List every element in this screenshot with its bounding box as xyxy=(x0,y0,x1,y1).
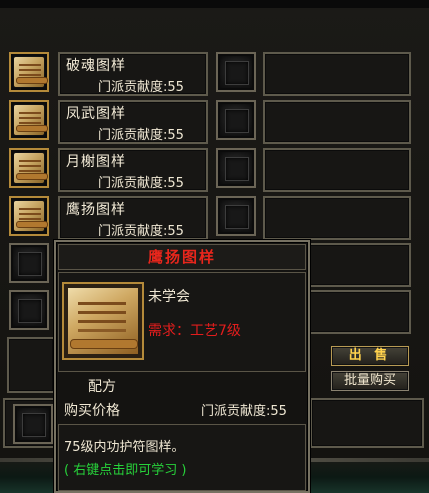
empty-item-slot[interactable] xyxy=(216,148,256,188)
panel-top-edge xyxy=(0,0,429,8)
empty-item-slot[interactable] xyxy=(9,290,49,330)
tooltip-learn-status: 未学会 xyxy=(148,289,190,305)
tooltip-hint: ( 右键点击即可学习 ) xyxy=(64,463,187,478)
scroll-icon xyxy=(14,201,48,231)
empty-item-box[interactable] xyxy=(263,196,411,240)
sell-button[interactable]: 出 售 xyxy=(331,346,409,366)
empty-item-box[interactable] xyxy=(263,148,411,192)
tooltip-price-value: 门派贡献度:55 xyxy=(201,404,287,419)
tooltip-description-box xyxy=(58,424,306,491)
empty-item-slot[interactable] xyxy=(216,196,256,236)
scroll-icon xyxy=(14,57,48,87)
recipe-item[interactable]: 破魂图样 门派贡献度:55 xyxy=(58,52,208,96)
recipe-icon-slot[interactable] xyxy=(9,52,49,92)
recipe-item[interactable]: 鹰扬图样 门派贡献度:55 xyxy=(58,196,208,240)
tooltip-price-label: 购买价格 xyxy=(64,403,120,419)
empty-item-slot[interactable] xyxy=(216,52,256,92)
recipe-contribution: 门派贡献度:55 xyxy=(98,224,184,239)
empty-item-box[interactable] xyxy=(263,52,411,96)
recipe-icon-slot[interactable] xyxy=(9,100,49,140)
empty-item-slot[interactable] xyxy=(216,100,256,140)
tooltip-requirement: 需求：工艺7级 xyxy=(148,323,241,339)
recipe-name: 鹰扬图样 xyxy=(66,202,126,218)
recipe-name: 凤武图样 xyxy=(66,106,126,122)
scroll-icon xyxy=(14,105,48,135)
recipe-name: 月榭图样 xyxy=(66,154,126,170)
tooltip-title: 鹰扬图样 xyxy=(58,244,306,270)
recipe-item[interactable]: 凤武图样 门派贡献度:55 xyxy=(58,100,208,144)
empty-item-box[interactable] xyxy=(263,100,411,144)
recipe-contribution: 门派贡献度:55 xyxy=(98,176,184,191)
recipe-item[interactable]: 月榭图样 门派贡献度:55 xyxy=(58,148,208,192)
recipe-name: 破魂图样 xyxy=(66,58,126,74)
tooltip-item-icon xyxy=(62,282,144,360)
empty-item-slot[interactable] xyxy=(9,243,49,283)
empty-item-slot[interactable] xyxy=(13,404,53,444)
tooltip-description: 75级内功护符图样。 xyxy=(64,440,185,455)
recipe-icon-slot[interactable] xyxy=(9,196,49,236)
empty-item-box xyxy=(7,337,55,393)
tooltip-item-type: 配方 xyxy=(88,379,116,395)
recipe-icon-slot[interactable] xyxy=(9,148,49,188)
scroll-icon xyxy=(14,153,48,183)
recipe-contribution: 门派贡献度:55 xyxy=(98,80,184,95)
empty-item-box[interactable] xyxy=(310,398,424,448)
bulk-buy-button[interactable]: 批量购买 xyxy=(331,371,409,391)
scroll-icon xyxy=(68,288,138,354)
recipe-contribution: 门派贡献度:55 xyxy=(98,128,184,143)
